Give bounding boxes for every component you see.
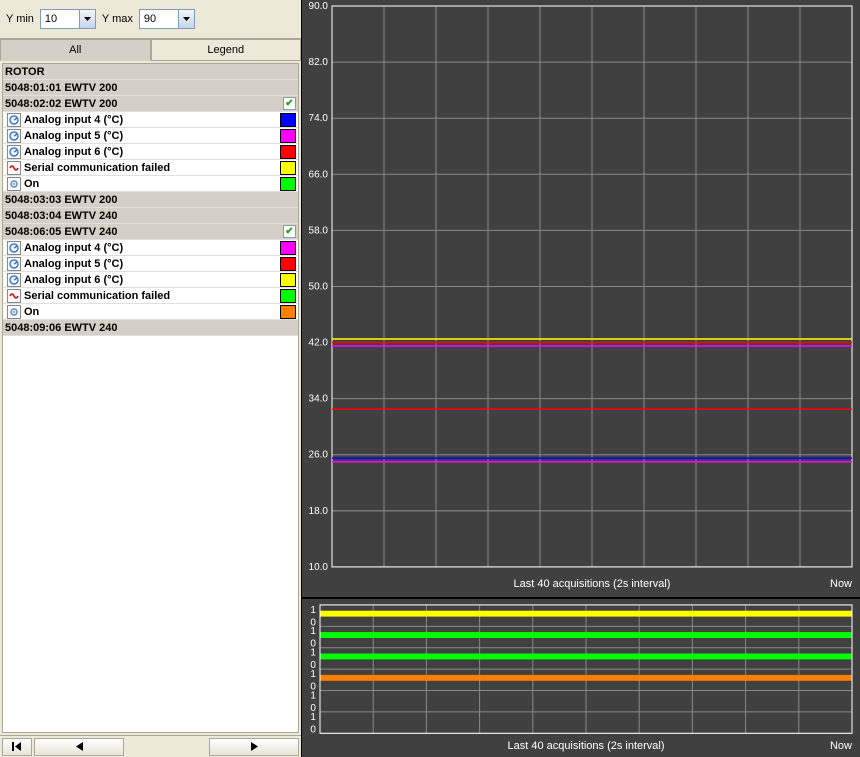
svg-text:90.0: 90.0 [309,1,329,12]
svg-text:82.0: 82.0 [309,57,329,68]
tree-item-label: Analog input 4 (°C) [24,242,123,254]
ymax-combo[interactable] [139,9,195,29]
tree-item[interactable]: Analog input 5 (°C) [3,256,298,272]
ymax-label: Y max [102,13,133,25]
ymin-input[interactable] [41,11,79,27]
y-range-controls: Y min Y max [0,0,301,39]
signal-tree[interactable]: ROTOR5048:01:01 EWTV 2005048:02:02 EWTV … [2,63,299,733]
svg-text:74.0: 74.0 [309,113,329,124]
color-swatch [280,161,296,175]
svg-text:1: 1 [310,626,316,637]
tree-item[interactable]: On [3,304,298,320]
gauge-icon [7,241,21,255]
gauge-icon [7,257,21,271]
gauge-icon [7,273,21,287]
left-panel: Y min Y max All Legend ROTOR5048:01:01 E… [0,0,302,757]
tree-root[interactable]: ROTOR [3,64,298,80]
color-swatch [280,129,296,143]
color-swatch [280,241,296,255]
ymin-label: Y min [6,13,34,25]
tree-item[interactable]: Analog input 5 (°C) [3,128,298,144]
tree-node[interactable]: 5048:03:04 EWTV 240 [3,208,298,224]
tree-item-label: Serial communication failed [24,290,170,302]
tab-all[interactable]: All [0,39,151,61]
svg-text:1: 1 [310,712,316,723]
tree-item-label: On [24,178,39,190]
color-swatch [280,305,296,319]
tree-node[interactable]: 5048:03:03 EWTV 200 [3,192,298,208]
right-panel: 10.0 18.0 26.0 34.0 42.0 50.0 58.0 66.0 74.0 82.0… [302,0,860,757]
color-swatch [280,113,296,127]
tab-legend[interactable]: Legend [151,39,302,61]
tree-item-label: Analog input 5 (°C) [24,130,123,142]
svg-text:Now: Now [830,740,852,752]
analog-chart: 10.0 18.0 26.0 34.0 42.0 50.0 58.0 66.0 74.0 82.0… [302,0,860,597]
svg-text:Last 40 acquisitions (2s inter: Last 40 acquisitions (2s interval) [514,578,671,590]
node-checkbox[interactable]: ✔ [283,225,296,238]
nav-prev-button[interactable] [34,738,124,756]
tree-item[interactable]: Analog input 4 (°C) [3,112,298,128]
tabs: All Legend [0,39,301,61]
gear-icon [7,305,21,319]
svg-text:10.0: 10.0 [309,562,329,573]
tree-item-label: On [24,306,39,318]
ymax-dropdown-button[interactable] [178,10,194,28]
color-swatch [280,177,296,191]
chevron-down-icon [183,17,190,21]
tree-node[interactable]: 5048:02:02 EWTV 200✔ [3,96,298,112]
digital-chart: 101010101010Last 40 acquisitions (2s int… [302,597,860,757]
tree-item[interactable]: Analog input 4 (°C) [3,240,298,256]
signal-icon [7,161,21,175]
gauge-icon [7,129,21,143]
tree-item-label: Serial communication failed [24,162,170,174]
tree-item[interactable]: On [3,176,298,192]
color-swatch [280,257,296,271]
svg-text:1: 1 [310,690,316,701]
tree-item-label: Analog input 6 (°C) [24,274,123,286]
tree-item-label: Analog input 5 (°C) [24,258,123,270]
tree-node[interactable]: 5048:09:06 EWTV 240 [3,320,298,336]
prev-icon [76,742,83,751]
svg-text:1: 1 [310,605,316,616]
svg-text:0: 0 [310,724,316,735]
gauge-icon [7,145,21,159]
nav-first-button[interactable] [2,738,32,756]
chevron-down-icon [84,17,91,21]
tree-item[interactable]: Serial communication failed [3,160,298,176]
svg-text:58.0: 58.0 [309,225,329,236]
svg-text:Now: Now [830,578,852,590]
node-checkbox[interactable]: ✔ [283,97,296,110]
ymax-input[interactable] [140,11,178,27]
gear-icon [7,177,21,191]
nav-bar [0,735,301,757]
color-swatch [280,289,296,303]
svg-text:Last 40 acquisitions (2s inter: Last 40 acquisitions (2s interval) [508,740,665,752]
color-swatch [280,145,296,159]
gauge-icon [7,113,21,127]
signal-icon [7,289,21,303]
ymin-combo[interactable] [40,9,96,29]
skip-back-icon [12,742,22,751]
svg-text:1: 1 [310,669,316,680]
tree-item[interactable]: Analog input 6 (°C) [3,144,298,160]
svg-text:18.0: 18.0 [309,506,329,517]
svg-text:26.0: 26.0 [309,450,329,461]
svg-text:66.0: 66.0 [309,169,329,180]
nav-next-button[interactable] [209,738,299,756]
svg-text:1: 1 [310,648,316,659]
next-icon [251,742,258,751]
color-swatch [280,273,296,287]
svg-text:34.0: 34.0 [309,394,329,405]
tree-node[interactable]: 5048:06:05 EWTV 240✔ [3,224,298,240]
tree-item[interactable]: Serial communication failed [3,288,298,304]
tree-node[interactable]: 5048:01:01 EWTV 200 [3,80,298,96]
svg-text:50.0: 50.0 [309,281,329,292]
tree-item[interactable]: Analog input 6 (°C) [3,272,298,288]
tree-item-label: Analog input 4 (°C) [24,114,123,126]
svg-text:42.0: 42.0 [309,338,329,349]
tree-item-label: Analog input 6 (°C) [24,146,123,158]
ymin-dropdown-button[interactable] [79,10,95,28]
